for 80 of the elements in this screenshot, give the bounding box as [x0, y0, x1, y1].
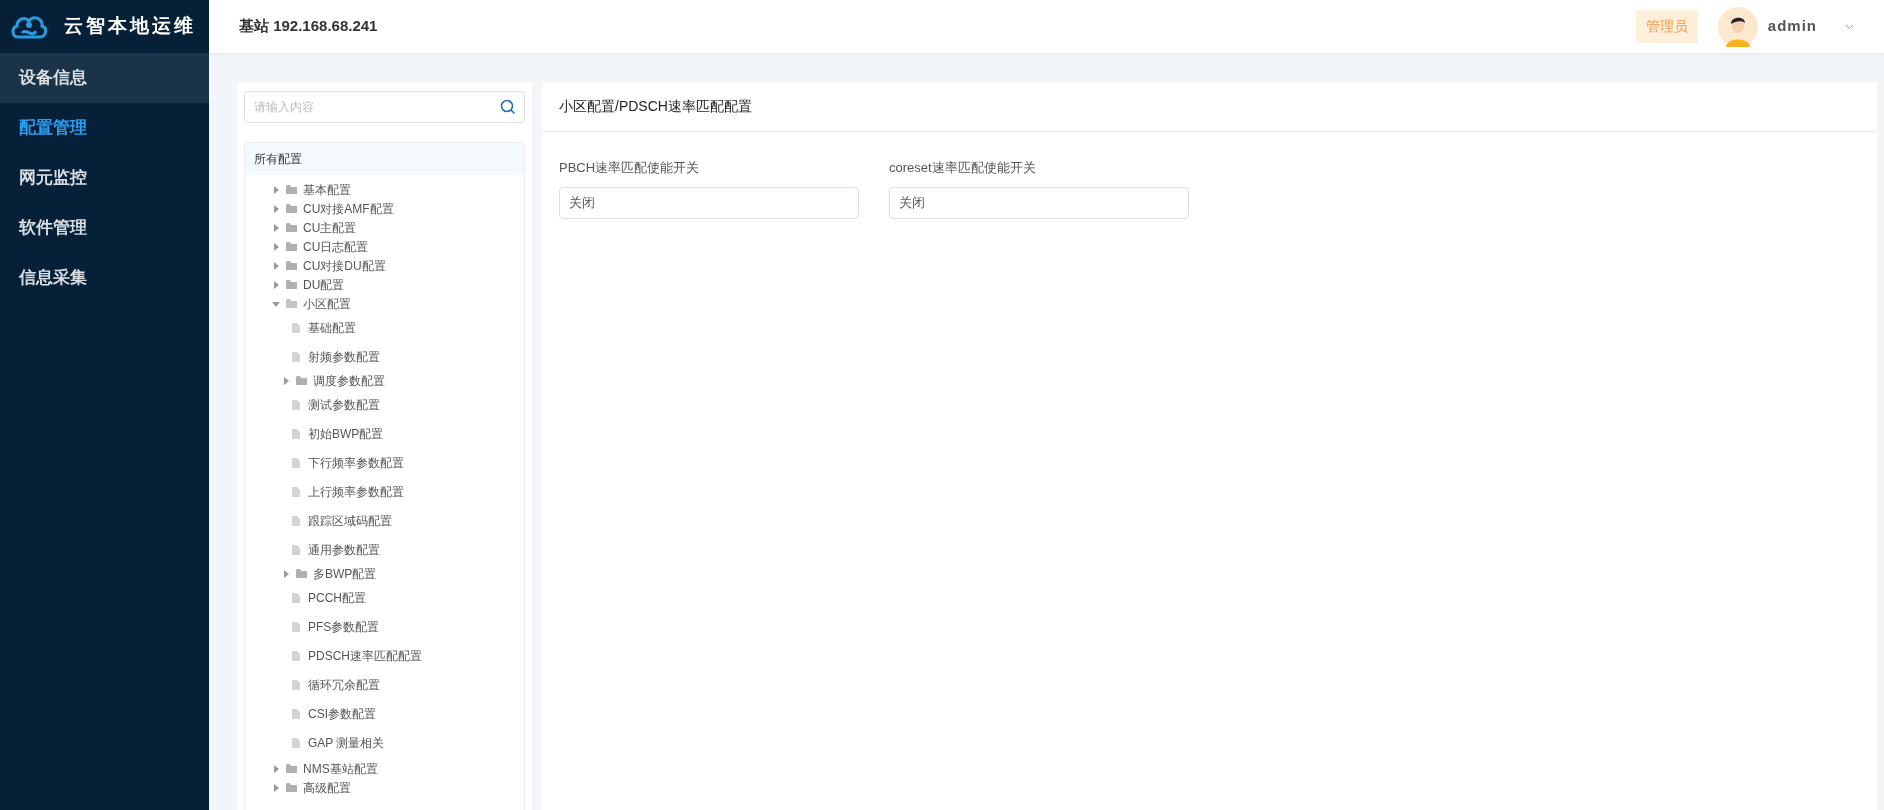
caret-right-icon[interactable] — [272, 280, 280, 289]
field-label: coreset速率匹配使能开关 — [889, 159, 1037, 177]
caret-right-icon[interactable] — [272, 204, 280, 213]
tree-item[interactable]: 上行频率参数配置 — [308, 482, 404, 501]
file-icon — [292, 679, 300, 690]
caret-right-icon[interactable] — [282, 569, 290, 578]
tree-item[interactable]: 调度参数配置 — [313, 371, 385, 390]
sidebar-item[interactable]: 信息采集 — [0, 253, 209, 303]
tree-item[interactable]: 测试参数配置 — [308, 395, 380, 414]
file-icon — [292, 515, 300, 526]
tree-item[interactable]: PCCH配置 — [308, 588, 366, 607]
caret-right-icon[interactable] — [272, 261, 280, 270]
file-icon — [292, 351, 300, 362]
caret-right-icon[interactable] — [282, 376, 290, 385]
folder-icon — [286, 242, 297, 251]
tree-item[interactable]: PFS参数配置 — [308, 617, 380, 636]
tree-item[interactable]: 初始BWP配置 — [308, 424, 384, 443]
field-label: PBCH速率匹配使能开关 — [559, 159, 701, 177]
file-icon — [292, 457, 300, 468]
tree-item[interactable]: 多BWP配置 — [313, 564, 377, 583]
content-title: 小区配置/PDSCH速率匹配配置 — [542, 82, 1877, 132]
caret-right-icon[interactable] — [272, 223, 280, 232]
caret-right-icon[interactable] — [272, 783, 280, 792]
tree-item[interactable]: 基础配置 — [308, 318, 356, 337]
tree-item[interactable]: CU对接DU配置 — [303, 256, 386, 275]
sidebar-item[interactable]: 网元监控 — [0, 153, 209, 203]
tree-item[interactable]: CSI参数配置 — [308, 704, 376, 723]
file-icon — [292, 486, 300, 497]
folder-icon — [286, 280, 297, 289]
sidebar-item[interactable]: 配置管理 — [0, 103, 209, 153]
tree-item[interactable]: 通用参数配置 — [308, 540, 380, 559]
tree-item[interactable]: NMS基站配置 — [303, 759, 378, 778]
search-field[interactable]: 请输入内容 — [244, 91, 525, 123]
tree-item[interactable]: CU对接AMF配置 — [303, 199, 394, 218]
tree-item[interactable]: 循环冗余配置 — [308, 675, 380, 694]
file-icon — [292, 650, 300, 661]
sidebar-item[interactable]: 软件管理 — [0, 203, 209, 253]
file-icon — [292, 737, 300, 748]
folder-icon — [286, 261, 297, 270]
username[interactable]: admin — [1767, 15, 1817, 38]
file-icon — [292, 708, 300, 719]
role-badge: 管理员 — [1635, 10, 1698, 43]
tree-item[interactable]: CU日志配置 — [303, 237, 369, 256]
tree-item[interactable]: DU配置 — [303, 275, 345, 294]
caret-right-icon[interactable] — [272, 764, 280, 773]
folder-icon — [286, 223, 297, 232]
folder-icon — [286, 204, 297, 213]
tree-root[interactable]: 所有配置 — [245, 143, 524, 175]
file-icon — [292, 428, 300, 439]
caret-down-icon[interactable] — [272, 299, 280, 308]
select-field[interactable]: 关闭 — [889, 186, 1189, 219]
app-name: 云智本地运维 — [64, 14, 196, 39]
folder-icon — [296, 376, 307, 385]
avatar-icon[interactable] — [1717, 6, 1758, 47]
tree-item[interactable]: 下行频率参数配置 — [308, 453, 404, 472]
tree-item[interactable]: PDSCH速率匹配配置 — [308, 646, 422, 665]
file-icon — [292, 592, 300, 603]
tree-item[interactable]: GAP 测量相关 — [308, 733, 385, 752]
caret-right-icon[interactable] — [272, 185, 280, 194]
file-icon — [292, 399, 300, 410]
file-icon — [292, 322, 300, 333]
select-field[interactable]: 关闭 — [559, 186, 859, 219]
folder-icon — [286, 764, 297, 773]
file-icon — [292, 621, 300, 632]
tree-item[interactable]: 基本配置 — [303, 180, 351, 199]
page-title: 基站 192.168.68.241 — [239, 16, 378, 37]
tree-item[interactable]: 高级配置 — [303, 778, 351, 797]
tree-item[interactable]: CU主配置 — [303, 218, 357, 237]
folder-icon — [296, 569, 307, 578]
folder-icon — [286, 185, 297, 194]
folder-icon — [286, 783, 297, 792]
file-icon — [292, 544, 300, 555]
caret-right-icon[interactable] — [272, 242, 280, 251]
search-icon[interactable] — [500, 99, 516, 115]
tree-item[interactable]: 小区配置 — [303, 294, 351, 313]
folder-icon — [286, 299, 297, 308]
tree-item[interactable]: 射频参数配置 — [308, 347, 380, 366]
chevron-down-icon[interactable] — [1845, 23, 1854, 30]
sidebar-item[interactable]: 设备信息 — [0, 53, 209, 103]
tree-item[interactable]: 跟踪区域码配置 — [308, 511, 392, 530]
